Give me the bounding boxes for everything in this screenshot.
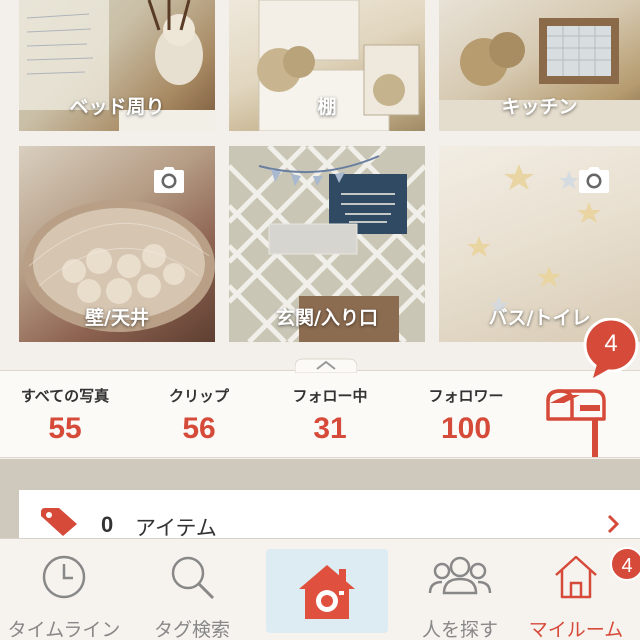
notification-count: 4 — [604, 330, 618, 357]
camera-icon — [579, 167, 609, 193]
tab-label: タイムライン — [7, 619, 121, 640]
search-icon — [171, 556, 215, 600]
room-tile-label: ベッド周り — [69, 96, 165, 118]
room-tile-label: 壁/天井 — [85, 307, 149, 329]
bottom-tab-bar: タイムライン タグ検索 人を探す 4 マイルーム — [0, 538, 640, 640]
room-tile-wall-ceiling[interactable]: 壁/天井 — [19, 146, 215, 342]
chevron-right-icon — [607, 514, 620, 534]
stat-value: 31 — [313, 412, 347, 445]
tab-label: 人を探す — [421, 619, 498, 640]
notification-bubble[interactable]: 4 — [583, 318, 639, 380]
room-tile-bed[interactable]: ベッド周り — [19, 0, 215, 131]
stat-value: 56 — [182, 412, 216, 445]
mailbox-icon[interactable] — [544, 385, 608, 459]
room-tile-label: 棚 — [317, 96, 337, 118]
stat-followers[interactable]: フォロワー 100 — [401, 385, 531, 446]
tab-my-room[interactable]: 4 マイルーム — [512, 539, 640, 640]
room-tile-entrance[interactable]: 玄関/入り口 — [229, 146, 425, 342]
house-icon — [555, 555, 597, 599]
room-tile-label: キッチン — [501, 96, 578, 118]
camera-icon — [154, 167, 184, 193]
people-icon — [428, 556, 492, 595]
tag-icon — [41, 508, 77, 536]
camera-house-icon — [299, 565, 355, 619]
profile-stats-bar: すべての写真 55 クリップ 56 フォロー中 31 フォロワー 100 — [0, 358, 640, 459]
clock-icon — [42, 555, 86, 599]
stat-value: 100 — [440, 412, 492, 445]
post-photo-button[interactable] — [266, 549, 388, 633]
tab-timeline[interactable]: タイムライン — [0, 539, 128, 640]
stat-value: 55 — [48, 412, 82, 445]
room-tile-bath-toilet[interactable]: バス/トイレ — [439, 146, 640, 342]
stat-label: フォロー中 — [292, 387, 368, 405]
stat-all-photos[interactable]: すべての写真 55 — [0, 385, 130, 446]
room-tile-shelf[interactable]: 棚 — [229, 0, 425, 131]
stat-following[interactable]: フォロー中 31 — [265, 385, 395, 446]
tab-tag-search[interactable]: タグ検索 — [128, 539, 256, 640]
stat-label: フォロワー — [428, 387, 504, 405]
stat-clips[interactable]: クリップ 56 — [134, 385, 264, 446]
tab-label: タグ検索 — [153, 619, 230, 640]
my-room-badge: 4 — [610, 547, 640, 581]
room-tile-kitchen[interactable]: キッチン — [439, 0, 640, 131]
my-room-screen: ベッド周り 棚 キッチン 壁/天井 玄関/入り口 バス/トイレ すべての写真 5… — [0, 0, 640, 640]
room-tile-label: 玄関/入り口 — [276, 307, 378, 329]
collapse-handle[interactable] — [295, 357, 357, 373]
tab-find-people[interactable]: 人を探す — [396, 539, 524, 640]
items-count: 0 — [101, 512, 114, 537]
stat-label: クリップ — [168, 387, 229, 405]
stat-label: すべての写真 — [20, 387, 110, 405]
tab-label: マイルーム — [528, 619, 624, 640]
